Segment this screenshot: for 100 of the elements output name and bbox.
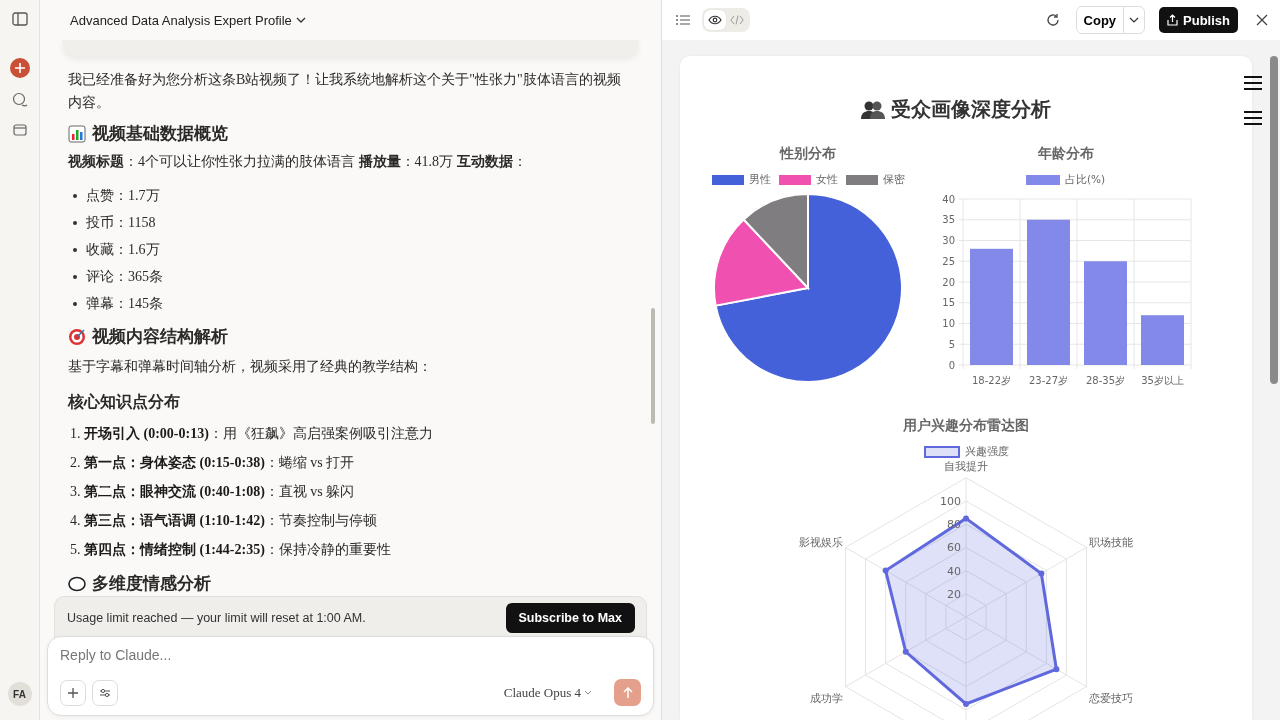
menu-icon[interactable] bbox=[1244, 76, 1262, 90]
chart-title: 用户兴趣分布雷达图 bbox=[903, 417, 1029, 435]
axis-category-label: 18-22岁 bbox=[971, 375, 1011, 386]
sliders-icon bbox=[99, 687, 111, 698]
reply-composer[interactable]: Reply to Claude... Claude Opus 4 bbox=[47, 636, 654, 716]
axis-tick-label: 20 bbox=[941, 276, 955, 288]
people-icon bbox=[861, 99, 885, 120]
list-item: 弹幕：145条 bbox=[86, 294, 163, 313]
target-icon bbox=[68, 327, 86, 346]
radar-point bbox=[882, 567, 889, 574]
archive-box-icon[interactable] bbox=[11, 122, 28, 136]
usage-limit-notice: Usage limit reached — your limit will reset at 1:00 AM. bbox=[67, 611, 366, 625]
tools-button[interactable] bbox=[92, 679, 118, 706]
reply-input[interactable]: Reply to Claude... bbox=[60, 647, 641, 663]
new-chat-icon[interactable] bbox=[9, 58, 30, 78]
axis-category-label: 23-27岁 bbox=[1028, 375, 1068, 386]
bullet-icon bbox=[73, 193, 77, 198]
user-avatar[interactable]: FA bbox=[7, 682, 32, 706]
radar-point bbox=[1053, 666, 1060, 673]
bullet-icon bbox=[73, 220, 77, 225]
radar-axis-label: 恋爱技巧 bbox=[1088, 692, 1133, 706]
numbered-item: 2. 第一点：身体姿态 (0:15-0:38)：蜷缩 vs 打开 bbox=[69, 454, 356, 472]
subscribe-button[interactable]: Subscribe to Max bbox=[505, 603, 635, 633]
message-paragraph: 我已经准备好为您分析这条B站视频了！让我系统地解析这个关于"性张力"肢体语言的视频内容。 bbox=[68, 71, 622, 112]
plus-icon bbox=[67, 686, 79, 699]
radar-axis-label: 成功学 bbox=[810, 692, 844, 706]
radar-axis-label: 职场技能 bbox=[1088, 535, 1133, 549]
refresh-icon[interactable] bbox=[1045, 13, 1060, 27]
bullet-icon bbox=[73, 247, 77, 252]
close-icon[interactable] bbox=[1256, 14, 1268, 26]
axis-category-label: 28-35岁 bbox=[1085, 375, 1125, 386]
axis-tick-label: 30 bbox=[941, 235, 955, 246]
numbered-item: 4. 第三点：语气语调 (1:10-1:42)：节奏控制与停顿 bbox=[69, 512, 378, 530]
legend-swatch[interactable] bbox=[711, 175, 744, 185]
bar bbox=[1140, 315, 1184, 365]
legend-label[interactable]: 保密 bbox=[882, 173, 905, 187]
send-button[interactable] bbox=[614, 679, 641, 706]
code-icon bbox=[730, 15, 744, 25]
numbered-item: 3. 第二点：眼神交流 (0:40-1:08)：直视 vs 躲闪 bbox=[69, 483, 356, 501]
scrollbar-thumb[interactable] bbox=[1270, 56, 1278, 384]
video-info-line: 视频标题：4个可以让你性张力拉满的肢体语言 播放量：41.8万 互动数据： bbox=[68, 153, 528, 171]
legend-swatch[interactable] bbox=[923, 446, 960, 458]
chevron-down-icon[interactable] bbox=[295, 16, 306, 24]
legend-swatch[interactable] bbox=[1025, 175, 1060, 185]
report-title: 受众画像深度分析 bbox=[891, 96, 1051, 123]
conversation-title[interactable]: Advanced Data Analysis Expert Profile bbox=[70, 12, 292, 28]
axis-tick-label: 100 bbox=[940, 495, 961, 508]
radar-point bbox=[963, 515, 969, 522]
copy-options-button[interactable] bbox=[1123, 7, 1145, 33]
radar-point bbox=[963, 701, 969, 707]
section-heading: 多维度情感分析 bbox=[92, 573, 211, 595]
axis-tick-label: 5 bbox=[948, 338, 955, 350]
list-item: 投币：1158 bbox=[86, 213, 156, 232]
list-item: 收藏：1.6万 bbox=[86, 240, 160, 259]
section-heading: 视频基础数据概览 bbox=[92, 123, 228, 145]
sidebar-toggle-icon[interactable] bbox=[11, 12, 28, 26]
preview-tab[interactable] bbox=[704, 10, 726, 30]
axis-tick-label: 40 bbox=[941, 193, 955, 205]
legend-label[interactable]: 男性 bbox=[748, 173, 771, 187]
legend-label[interactable]: 兴趣强度 bbox=[964, 445, 1009, 459]
legend-swatch[interactable] bbox=[845, 175, 878, 185]
arrow-up-icon bbox=[621, 686, 634, 699]
subsection-heading: 核心知识点分布 bbox=[68, 392, 181, 412]
list-item: 评论：365条 bbox=[86, 267, 163, 286]
chart-title: 年龄分布 bbox=[1037, 145, 1094, 163]
scrollbar-thumb[interactable] bbox=[651, 308, 655, 424]
chevron-down-icon bbox=[584, 689, 592, 696]
model-selector[interactable]: Claude Opus 4 bbox=[497, 683, 598, 702]
legend-swatch[interactable] bbox=[778, 175, 811, 185]
list-icon[interactable] bbox=[676, 14, 690, 26]
bar-chart-icon bbox=[68, 124, 86, 143]
numbered-item: 1. 开场引入 (0:00-0:13)：用《狂飙》高启强案例吸引注意力 bbox=[69, 425, 434, 443]
axis-tick-label: 10 bbox=[941, 318, 955, 329]
publish-button[interactable]: Publish bbox=[1159, 7, 1238, 33]
speech-bubble-icon bbox=[68, 574, 86, 593]
radar-point bbox=[1038, 570, 1045, 577]
axis-tick-label: 15 bbox=[941, 297, 955, 309]
axis-tick-label: 0 bbox=[948, 359, 955, 371]
section-heading: 视频内容结构解析 bbox=[92, 326, 228, 348]
list-item: 点赞：1.7万 bbox=[86, 186, 160, 205]
axis-tick-label: 35 bbox=[941, 214, 955, 226]
add-button[interactable] bbox=[60, 679, 86, 706]
bullet-icon bbox=[73, 301, 77, 306]
axis-tick-label: 20 bbox=[947, 587, 961, 601]
axis-tick-label: 25 bbox=[941, 255, 955, 267]
legend-label[interactable]: 女性 bbox=[815, 173, 838, 187]
eye-icon bbox=[708, 15, 722, 25]
chat-bubbles-icon[interactable] bbox=[11, 92, 28, 108]
axis-category-label: 35岁以上 bbox=[1140, 375, 1184, 386]
radar-axis-label: 自我提升 bbox=[944, 459, 988, 473]
chevron-down-icon bbox=[1129, 17, 1140, 23]
legend-label[interactable]: 占比(%) bbox=[1064, 173, 1106, 187]
numbered-item: 5. 第四点：情绪控制 (1:44-2:35)：保持冷静的重要性 bbox=[69, 541, 392, 559]
chart-title: 性别分布 bbox=[780, 145, 836, 163]
radar-point bbox=[902, 648, 909, 655]
message-paragraph: 基于字幕和弹幕时间轴分析，视频采用了经典的教学结构： bbox=[68, 358, 433, 376]
menu-icon[interactable] bbox=[1244, 111, 1262, 125]
axis-tick-label: 40 bbox=[947, 564, 961, 578]
share-icon bbox=[1167, 14, 1179, 26]
axis-tick-label: 60 bbox=[947, 541, 961, 555]
